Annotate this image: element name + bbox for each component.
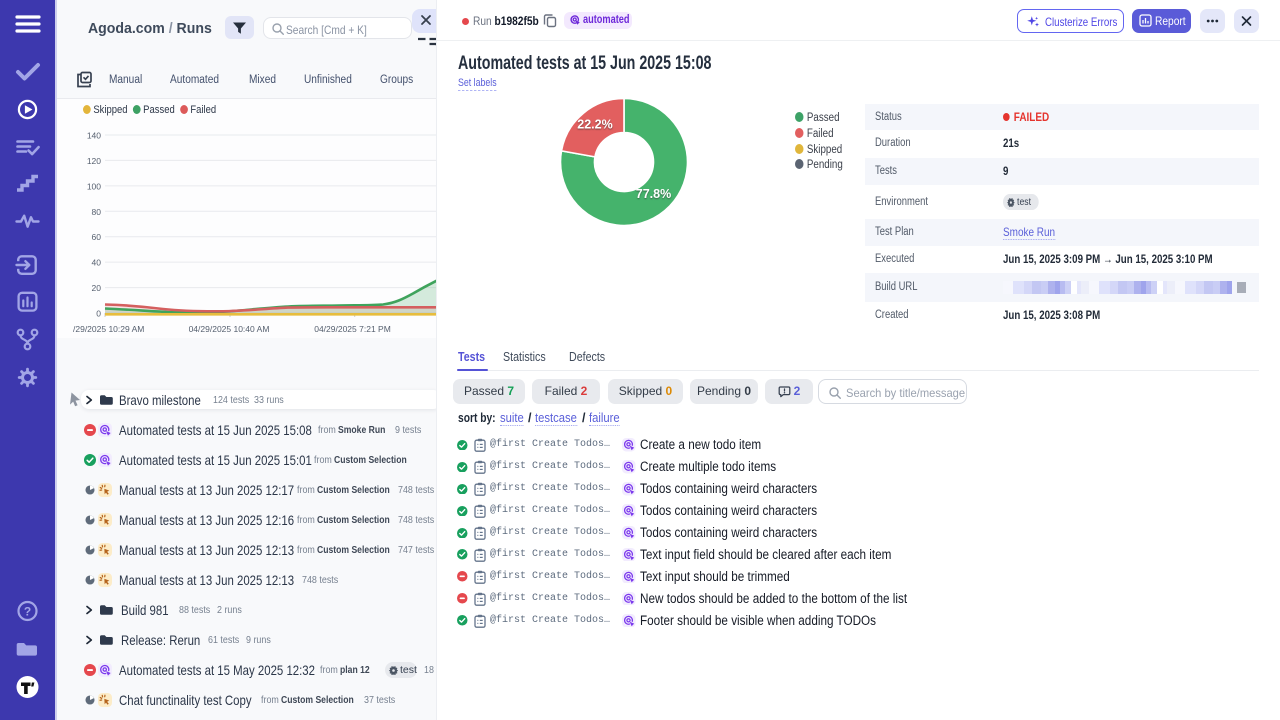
- svg-text:/29/2025 10:29 AM: /29/2025 10:29 AM: [73, 324, 144, 334]
- svg-text:77.8%: 77.8%: [636, 187, 671, 201]
- svg-text:22.2%: 22.2%: [577, 118, 612, 132]
- svg-text:140: 140: [87, 131, 101, 141]
- svg-text:80: 80: [92, 207, 102, 217]
- svg-text:20: 20: [92, 283, 102, 293]
- svg-text:04/29/2025 7:21 PM: 04/29/2025 7:21 PM: [314, 324, 391, 334]
- svg-text:04/29/2025 10:40 AM: 04/29/2025 10:40 AM: [189, 324, 270, 334]
- svg-text:40: 40: [92, 258, 102, 268]
- svg-text:?: ?: [24, 605, 31, 619]
- svg-text:0: 0: [96, 309, 101, 319]
- svg-text:120: 120: [87, 156, 101, 166]
- svg-text:60: 60: [92, 232, 102, 242]
- svg-text:100: 100: [87, 181, 101, 191]
